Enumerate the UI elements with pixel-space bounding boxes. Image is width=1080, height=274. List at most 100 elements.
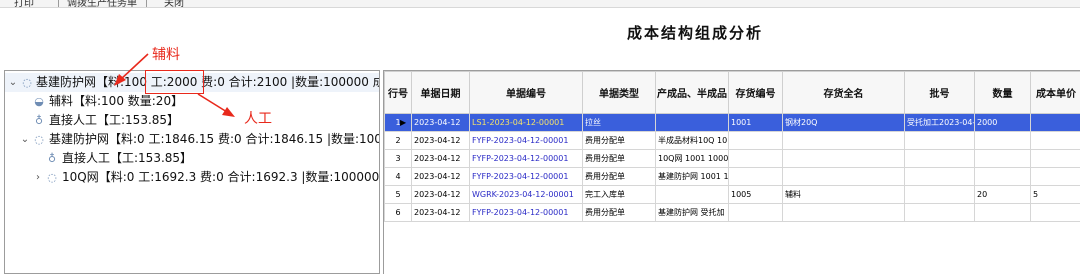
date-cell: 2023-04-12 [411, 149, 470, 168]
column-header[interactable]: 批号 [904, 71, 975, 114]
row-number-cell: 4 [384, 167, 412, 186]
product-cell: 半成品材料10Q 10 [655, 131, 729, 150]
doc-type-cell: 拉丝 [582, 113, 656, 132]
unit-cost-cell [1030, 131, 1080, 150]
doc-code-cell[interactable]: FYFP-2023-04-12-00001 [469, 131, 583, 150]
analysis-window: { "toolbar": { "print": "打印", "adjust": … [0, 0, 1080, 274]
toolbar: 打印 调拨生产任务单 关闭 [0, 0, 1080, 8]
tree-node-fuliao[interactable]: ◒ 辅料【料:100 数量:20】 [5, 92, 379, 111]
inventory-name-cell [782, 149, 905, 168]
doc-type-cell: 完工入库单 [582, 185, 656, 204]
quantity-cell: 2000 [974, 113, 1031, 132]
column-header[interactable]: 单据类型 [582, 71, 656, 114]
date-cell: 2023-04-12 [411, 203, 470, 222]
row-number-cell: 3 [384, 149, 412, 168]
doc-code-cell[interactable]: LS1-2023-04-12-00001 [469, 113, 583, 132]
tree-node-sub-product[interactable]: ⌄ ◌ 基建防护网【料:0 工:1846.15 费:0 合计:1846.15 |… [5, 130, 379, 149]
doc-code-cell[interactable]: FYFP-2023-04-12-00001 [469, 167, 583, 186]
unit-cost-cell [1030, 167, 1080, 186]
date-cell: 2023-04-12 [411, 167, 470, 186]
batch-cell [904, 167, 975, 186]
close-button[interactable]: 关闭 [164, 0, 184, 7]
doc-code-cell[interactable]: FYFP-2023-04-12-00001 [469, 149, 583, 168]
unit-cost-cell [1030, 149, 1080, 168]
cost-tree-panel[interactable]: ⌄ ◌ 基建防护网【料:100 工:2000 费:0 合计:2100 |数量:1… [4, 70, 380, 274]
tree-node-label: 10Q网【料:0 工:1692.3 费:0 合计:1692.3 |数量:1000… [62, 170, 380, 184]
inventory-no-cell: 1001 [728, 113, 783, 132]
document-grid: 行号 单据日期 单据编号 单据类型 产成品、半成品 存货编号 存货全名 批号 数… [384, 71, 1080, 222]
doc-type-cell: 费用分配单 [582, 167, 656, 186]
page-title: 成本结构组成分析 [626, 24, 763, 42]
table-row[interactable]: 5 2023-04-12 WGRK-2023-04-12-00001 完工入库单… [384, 185, 1080, 204]
quantity-cell [974, 167, 1031, 186]
table-row[interactable]: 3 2023-04-12 FYFP-2023-04-12-00001 费用分配单… [384, 149, 1080, 168]
annotation-highlight-box [145, 70, 204, 94]
quantity-cell [974, 203, 1031, 222]
product-cell: 10Q网 1001 100000 [655, 149, 729, 168]
column-header[interactable]: 行号 [384, 71, 412, 114]
column-header[interactable]: 存货全名 [782, 71, 905, 114]
batch-cell [904, 203, 975, 222]
annotation-fuliao: 辅料 [152, 47, 180, 63]
table-row[interactable]: 2 2023-04-12 FYFP-2023-04-12-00001 费用分配单… [384, 131, 1080, 150]
expand-chevron-icon[interactable]: › [33, 168, 43, 187]
collapse-chevron-icon[interactable]: ⌄ [8, 73, 18, 92]
quantity-cell [974, 131, 1031, 150]
doc-type-cell: 费用分配单 [582, 149, 656, 168]
inventory-no-cell [728, 203, 783, 222]
row-number-cell: 5 [384, 185, 412, 204]
product-node-icon: ◌ [34, 133, 44, 146]
product-cell: 基建防护网 受托加 [655, 203, 729, 222]
tree-node-label: 辅料【料:100 数量:20】 [49, 94, 184, 108]
table-row[interactable]: 1 ▶ 2023-04-12 LS1-2023-04-12-00001 拉丝 10… [384, 113, 1080, 132]
product-cell: 基建防护网 1001 1 [655, 167, 729, 186]
column-header[interactable]: 单据编号 [469, 71, 583, 114]
product-node-icon: ◌ [47, 171, 57, 184]
inventory-no-cell [728, 149, 783, 168]
tree-node-10q[interactable]: › ◌ 10Q网【料:0 工:1692.3 费:0 合计:1692.3 |数量:… [5, 168, 380, 187]
date-cell: 2023-04-12 [411, 185, 470, 204]
inventory-no-cell: 1005 [728, 185, 783, 204]
date-cell: 2023-04-12 [411, 131, 470, 150]
column-header[interactable]: 成本单价 [1030, 71, 1080, 114]
labor-node-icon: ♁ [47, 152, 57, 165]
toolbar-separator [146, 0, 147, 7]
column-header[interactable]: 产成品、半成品 [655, 71, 729, 114]
table-row[interactable]: 4 2023-04-12 FYFP-2023-04-12-00001 费用分配单… [384, 167, 1080, 186]
quantity-cell: 20 [974, 185, 1031, 204]
batch-cell [904, 131, 975, 150]
collapse-chevron-icon[interactable]: ⌄ [20, 130, 30, 149]
inventory-name-cell [782, 203, 905, 222]
row-number-cell: 1 ▶ [384, 113, 412, 132]
inventory-name-cell [782, 167, 905, 186]
tree-node-labor[interactable]: ♁ 直接人工【工:153.85】 [5, 111, 379, 130]
tree-node-labor-2[interactable]: ♁ 直接人工【工:153.85】 [5, 149, 379, 168]
tree-node-label: 直接人工【工:153.85】 [62, 151, 193, 165]
inventory-name-cell: 辅料 [782, 185, 905, 204]
inventory-name-cell: 钢材20Q [782, 113, 905, 132]
doc-type-cell: 费用分配单 [582, 131, 656, 150]
tree-node-label: 直接人工【工:153.85】 [49, 113, 180, 127]
table-row[interactable]: 6 2023-04-12 FYFP-2023-04-12-00001 费用分配单… [384, 203, 1080, 222]
inventory-name-cell [782, 131, 905, 150]
batch-cell [904, 185, 975, 204]
document-grid-panel[interactable]: 行号 单据日期 单据编号 单据类型 产成品、半成品 存货编号 存货全名 批号 数… [383, 70, 1080, 274]
column-header[interactable]: 单据日期 [411, 71, 470, 114]
print-button[interactable]: 打印 [14, 0, 34, 7]
doc-code-cell[interactable]: WGRK-2023-04-12-00001 [469, 185, 583, 204]
labor-node-icon: ♁ [34, 114, 44, 127]
toolbar-separator [58, 0, 59, 7]
column-header[interactable]: 数量 [974, 71, 1031, 114]
unit-cost-cell: 5 [1030, 185, 1080, 204]
row-pointer-icon: ▶ [400, 118, 407, 127]
doc-code-cell[interactable]: FYFP-2023-04-12-00001 [469, 203, 583, 222]
column-header[interactable]: 存货编号 [728, 71, 783, 114]
adjust-task-button[interactable]: 调拨生产任务单 [67, 0, 137, 7]
row-number-cell: 2 [384, 131, 412, 150]
annotation-rengong: 人工 [244, 111, 272, 127]
inventory-no-cell [728, 167, 783, 186]
material-node-icon: ◒ [34, 95, 44, 108]
product-cell [655, 113, 729, 132]
unit-cost-cell [1030, 203, 1080, 222]
row-number-cell: 6 [384, 203, 412, 222]
